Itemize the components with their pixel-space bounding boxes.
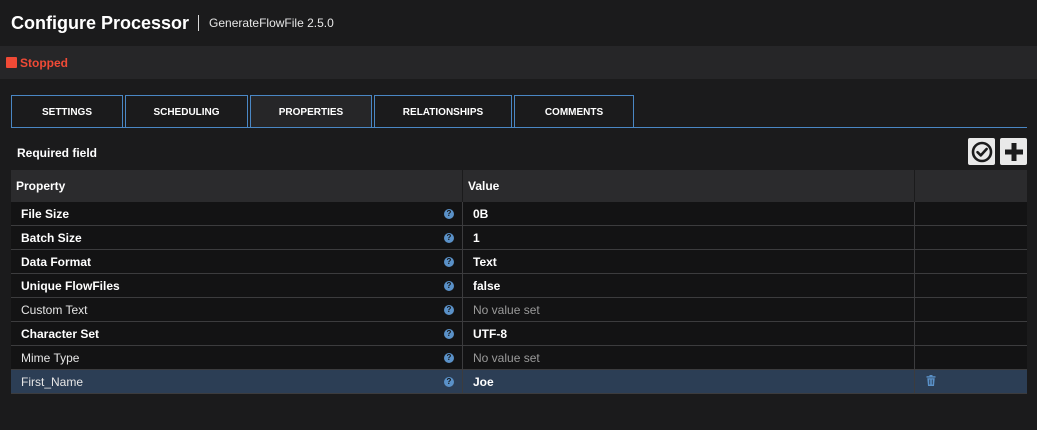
value-cell[interactable]: No value set (463, 298, 915, 321)
property-value: UTF-8 (473, 326, 507, 341)
properties-table: Property Value File Size? 0B Batch Size? 1 D… (11, 170, 1027, 394)
property-cell: Data Format? (11, 250, 463, 273)
table-row[interactable]: File Size? 0B (11, 202, 1027, 226)
dialog-title: Configure Processor (11, 12, 190, 33)
property-name: Mime Type (21, 350, 80, 365)
help-icon[interactable]: ? (444, 208, 454, 219)
actions-cell (915, 226, 1027, 249)
table-body: File Size? 0B Batch Size? 1 Data Format? Text… (11, 202, 1027, 394)
property-value: Text (473, 254, 497, 269)
value-cell[interactable]: 0B (463, 202, 915, 225)
help-icon[interactable]: ? (444, 280, 454, 291)
tab-settings[interactable]: SETTINGS (11, 95, 123, 128)
actions-cell (915, 346, 1027, 369)
check-circle-icon (971, 141, 992, 162)
table-row[interactable]: Unique FlowFiles? false (11, 274, 1027, 298)
property-value: No value set (473, 302, 540, 317)
actions-cell (915, 298, 1027, 321)
table-row[interactable]: Custom Text? No value set (11, 298, 1027, 322)
property-value: Joe (473, 374, 494, 389)
value-column-header[interactable]: Value (463, 170, 915, 202)
property-value: 0B (473, 206, 489, 221)
property-name: Unique FlowFiles (21, 278, 120, 293)
value-cell[interactable]: No value set (463, 346, 915, 369)
property-cell: Unique FlowFiles? (11, 274, 463, 297)
add-property-button[interactable] (1000, 138, 1027, 165)
property-cell: Custom Text? (11, 298, 463, 321)
property-name: First_Name (21, 374, 84, 389)
help-icon[interactable]: ? (444, 352, 454, 363)
tab-underline (11, 127, 1027, 128)
stopped-icon (6, 57, 17, 68)
verify-button[interactable] (968, 138, 995, 165)
status-bar: Stopped (0, 46, 1037, 79)
table-row[interactable]: Data Format? Text (11, 250, 1027, 274)
property-name: Batch Size (21, 230, 82, 245)
plus-icon (1004, 142, 1023, 161)
property-value: false (473, 278, 501, 293)
actions-column-header (915, 170, 1027, 202)
dialog-header: Configure Processor GenerateFlowFile 2.5… (0, 0, 1037, 46)
actions-cell (915, 250, 1027, 273)
actions-cell (915, 370, 1027, 393)
value-cell[interactable]: 1 (463, 226, 915, 249)
required-field-label: Required field (17, 146, 98, 160)
actions-cell (915, 322, 1027, 345)
tab-properties[interactable]: PROPERTIES (250, 95, 372, 128)
help-icon[interactable]: ? (444, 232, 454, 243)
actions-cell (915, 274, 1027, 297)
property-name: Data Format (21, 254, 92, 269)
table-row[interactable]: Mime Type? No value set (11, 346, 1027, 370)
property-cell: Batch Size? (11, 226, 463, 249)
help-icon[interactable]: ? (444, 376, 454, 387)
tab-comments[interactable]: COMMENTS (514, 95, 634, 128)
tab-bar: SETTINGS SCHEDULING PROPERTIES RELATIONS… (11, 95, 636, 128)
tab-relationships[interactable]: RELATIONSHIPS (374, 95, 512, 128)
value-cell[interactable]: UTF-8 (463, 322, 915, 345)
help-icon[interactable]: ? (444, 304, 454, 315)
actions-cell (915, 202, 1027, 225)
processor-type: GenerateFlowFile 2.5.0 (209, 16, 334, 30)
help-icon[interactable]: ? (444, 256, 454, 267)
property-cell: File Size? (11, 202, 463, 225)
help-icon[interactable]: ? (444, 328, 454, 339)
table-row[interactable]: Batch Size? 1 (11, 226, 1027, 250)
property-name: Custom Text (21, 302, 88, 317)
table-row[interactable]: Character Set? UTF-8 (11, 322, 1027, 346)
property-name: Character Set (21, 326, 100, 341)
property-name: File Size (21, 206, 70, 221)
value-cell[interactable]: Text (463, 250, 915, 273)
property-value: No value set (473, 350, 540, 365)
trash-icon[interactable] (926, 374, 936, 389)
property-cell: Character Set? (11, 322, 463, 345)
run-status: Stopped (20, 55, 68, 70)
table-row[interactable]: First_Name? Joe (11, 370, 1027, 394)
table-header: Property Value (11, 170, 1027, 202)
value-cell[interactable]: false (463, 274, 915, 297)
property-cell: Mime Type? (11, 346, 463, 369)
property-column-header[interactable]: Property (11, 170, 463, 202)
title-separator (198, 15, 200, 31)
tab-scheduling[interactable]: SCHEDULING (125, 95, 248, 128)
property-cell: First_Name? (11, 370, 463, 393)
property-value: 1 (473, 230, 480, 245)
value-cell[interactable]: Joe (463, 370, 915, 393)
